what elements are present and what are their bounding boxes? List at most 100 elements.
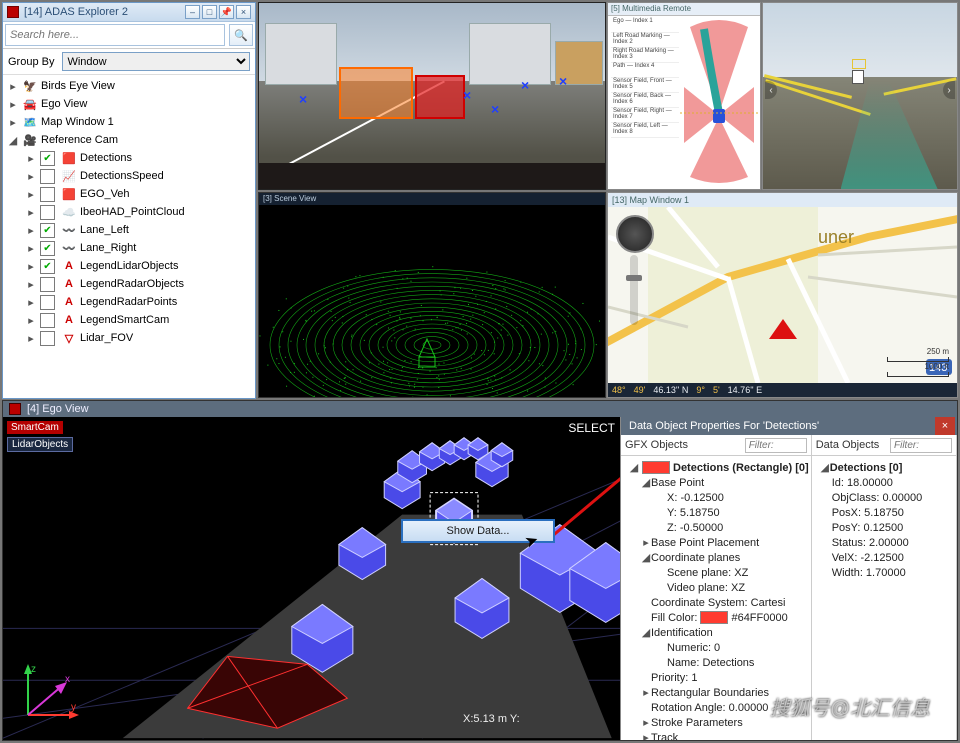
property-row[interactable]: Z: -0.50000 [623,520,809,535]
twisty-icon[interactable]: ▸ [25,224,37,237]
explorer-titlebar[interactable]: [14] ADAS Explorer 2 – □ 📌 × [3,3,255,22]
twisty-icon[interactable]: ▸ [25,206,37,219]
detection-box[interactable] [339,67,413,119]
multimedia-remote-view[interactable]: [5] Multimedia Remote Ego — Index 1Left … [607,2,761,190]
window-close-button[interactable]: × [236,5,251,19]
property-row[interactable]: ▸Track [623,730,809,740]
checkbox[interactable] [40,277,55,292]
window-restore-button[interactable]: □ [202,5,217,19]
tree-item[interactable]: ▸☁️IbeoHAD_PointCloud [3,203,255,221]
property-row[interactable]: Scene plane: XZ [623,565,809,580]
node-label: EGO_Veh [80,188,255,200]
checkbox[interactable] [40,169,55,184]
tree-item[interactable]: ▸ALegendRadarObjects [3,275,255,293]
next-frame-button[interactable]: › [943,81,955,99]
property-row[interactable]: ▸Base Point Placement [623,535,809,550]
reference-cam-view[interactable]: × × × × × [258,2,606,190]
tree-item[interactable]: ▸🚘Ego View [3,95,255,113]
scene-view-lidar[interactable]: [3] Scene View [258,192,606,398]
app-icon [9,403,21,415]
checkbox[interactable]: ✔ [40,241,55,256]
twisty-icon[interactable]: ▸ [25,188,37,201]
property-row[interactable]: ▸Rectangular Boundaries [623,685,809,700]
data-object-properties-panel[interactable]: Data Object Properties For 'Detections' … [620,417,957,740]
twisty-icon[interactable]: ▸ [7,80,19,93]
checkbox[interactable]: ✔ [40,259,55,274]
checkbox[interactable] [40,313,55,328]
node-icon: ▽ [61,331,77,345]
property-row[interactable]: Name: Detections [623,655,809,670]
adas-explorer-panel[interactable]: [14] ADAS Explorer 2 – □ 📌 × 🔍 Group By … [2,2,256,399]
twisty-icon[interactable]: ▸ [25,314,37,327]
node-label: Ego View [41,98,255,110]
property-row[interactable]: ▸Stroke Parameters [623,715,809,730]
tree-item[interactable]: ◢🎥Reference Cam [3,131,255,149]
search-button[interactable]: 🔍 [229,24,253,46]
node-label: Lidar_FOV [80,332,255,344]
window-minimize-button[interactable]: – [185,5,200,19]
groupby-select[interactable]: Window [62,52,250,71]
node-icon: A [61,259,77,273]
node-label: LegendLidarObjects [80,260,255,272]
tree-item[interactable]: ▸ALegendRadarPoints [3,293,255,311]
checkbox[interactable] [40,295,55,310]
twisty-icon[interactable]: ▸ [25,170,37,183]
twisty-icon[interactable]: ▸ [7,98,19,111]
ego-title: [4] Ego View [27,403,89,415]
tree-item[interactable]: ▸ ▽Lidar_FOV [3,329,255,347]
twisty-icon[interactable]: ▸ [25,278,37,291]
property-row[interactable]: Y: 5.18750 [623,505,809,520]
property-row[interactable]: ◢Identification [623,625,809,640]
twisty-icon[interactable]: ▸ [25,152,37,165]
property-row[interactable]: Coordinate System: Cartesi [623,595,809,610]
zoom-slider[interactable] [630,255,638,325]
property-row[interactable]: Fill Color:#64FF0000 [623,610,809,625]
tree-item[interactable]: ▸🟥EGO_Veh [3,185,255,203]
map-window-view[interactable]: [13] Map Window 1 uner 143 [607,192,958,398]
gfx-tree[interactable]: ◢Detections (Rectangle) [0]◢Base PointX:… [621,456,811,740]
detection-box[interactable] [415,75,465,119]
property-row[interactable]: Priority: 1 [623,670,809,685]
compass-control[interactable] [616,215,654,253]
ego-titlebar[interactable]: [4] Ego View [3,401,957,417]
checkbox[interactable] [40,187,55,202]
property-row[interactable]: X: -0.12500 [623,490,809,505]
property-row[interactable]: Video plane: XZ [623,580,809,595]
node-icon: 🚘 [22,97,38,111]
far-camera-view[interactable]: ‹ › [762,2,958,190]
twisty-icon[interactable]: ▸ [25,242,37,255]
property-row[interactable]: Rotation Angle: 0.00000 [623,700,809,715]
axes-gizmo[interactable]: z y x [13,660,83,730]
checkbox[interactable]: ✔ [40,151,55,166]
twisty-icon[interactable]: ◢ [7,134,19,147]
tree-item[interactable]: ▸✔〰️Lane_Left [3,221,255,239]
checkbox[interactable] [40,205,55,220]
property-row[interactable]: ◢Coordinate planes [623,550,809,565]
twisty-icon[interactable]: ▸ [25,260,37,273]
lidar-title: [3] Scene View [259,193,605,205]
gfx-filter-input[interactable] [745,438,807,453]
explorer-tree[interactable]: ▸🦅Birds Eye View▸🚘Ego View▸🗺️Map Window … [3,75,255,398]
data-tree[interactable]: ◢Detections [0]Id: 18.00000ObjClass: 0.0… [812,456,956,740]
property-row[interactable]: ◢Base Point [623,475,809,490]
node-icon: 🟥 [61,151,77,165]
twisty-icon[interactable]: ▸ [25,296,37,309]
properties-close-button[interactable]: × [935,417,955,435]
checkbox[interactable]: ✔ [40,223,55,238]
tree-item[interactable]: ▸🦅Birds Eye View [3,77,255,95]
checkbox[interactable] [40,331,55,346]
node-label: LegendSmartCam [80,314,255,326]
tree-item[interactable]: ▸ALegendSmartCam [3,311,255,329]
twisty-icon[interactable]: ▸ [7,116,19,129]
ego-view-panel[interactable]: [4] Ego View [2,400,958,741]
property-row[interactable]: Numeric: 0 [623,640,809,655]
data-filter-input[interactable] [890,438,952,453]
tree-item[interactable]: ▸🗺️Map Window 1 [3,113,255,131]
tree-item[interactable]: ▸✔ ALegendLidarObjects [3,257,255,275]
search-input[interactable] [5,24,225,46]
twisty-icon[interactable]: ▸ [25,332,37,345]
tree-item[interactable]: ▸📈DetectionsSpeed [3,167,255,185]
window-pin-button[interactable]: 📌 [219,5,234,19]
tree-item[interactable]: ▸✔〰️Lane_Right [3,239,255,257]
tree-item[interactable]: ▸✔🟥Detections [3,149,255,167]
